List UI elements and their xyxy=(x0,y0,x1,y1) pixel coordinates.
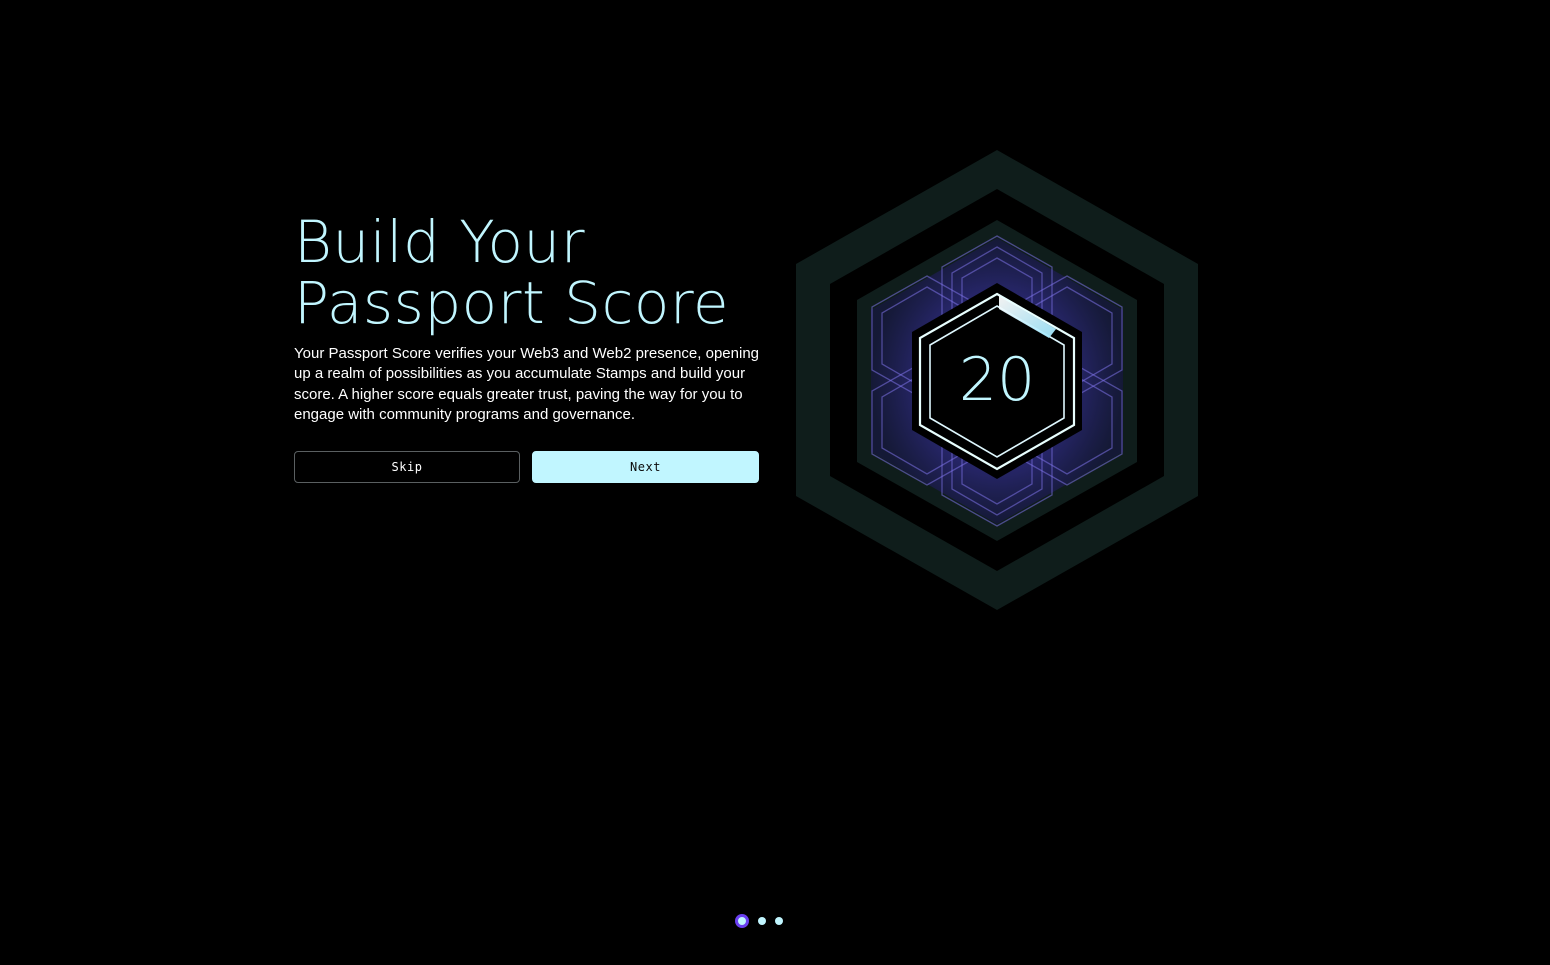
score-graphic: 20 xyxy=(790,146,1204,614)
page-title-line-1: Build Your xyxy=(294,208,586,276)
next-button[interactable]: Next xyxy=(532,451,759,483)
onboarding-intro: Build Your Passport Score Your Passport … xyxy=(294,212,764,483)
page-title: Build Your Passport Score xyxy=(294,212,764,334)
page-title-line-2: Passport Score xyxy=(294,269,730,337)
step-dot-3[interactable] xyxy=(775,917,783,925)
step-dot-2[interactable] xyxy=(758,917,766,925)
step-dot-1[interactable] xyxy=(735,914,749,928)
step-indicator xyxy=(735,914,783,928)
score-value: 20 xyxy=(958,345,1036,415)
description-text: Your Passport Score verifies your Web3 a… xyxy=(294,345,759,423)
skip-button[interactable]: Skip xyxy=(294,451,520,483)
action-buttons: Skip Next xyxy=(294,451,759,483)
